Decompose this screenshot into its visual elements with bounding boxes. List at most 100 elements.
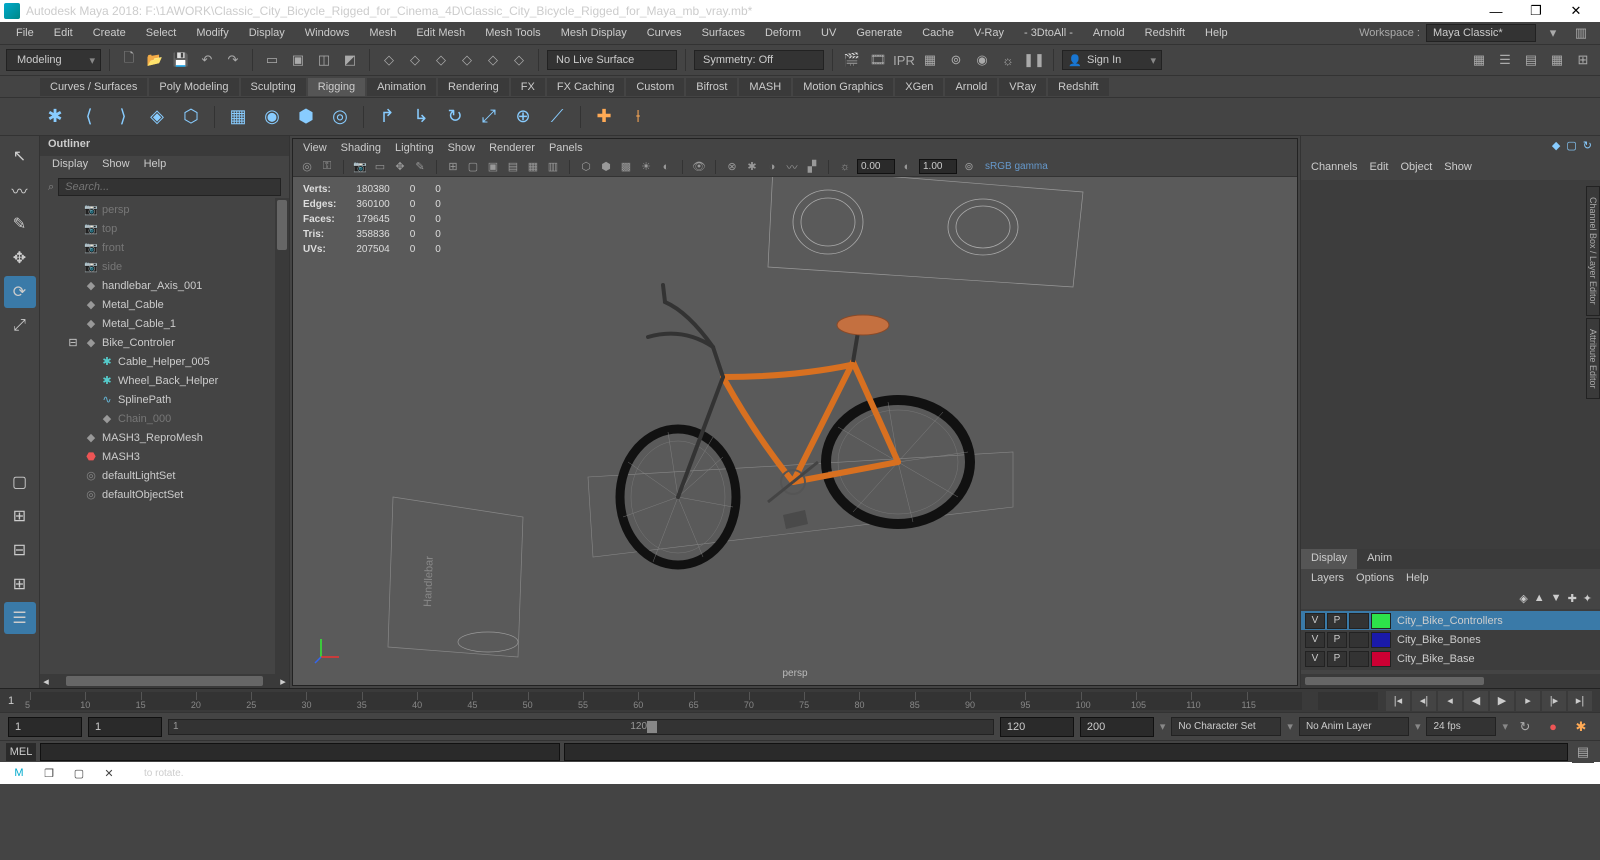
layer-playback-toggle[interactable]: P: [1327, 632, 1347, 648]
command-language-label[interactable]: MEL: [6, 743, 36, 761]
shelf-ik-icon[interactable]: ⟨: [74, 102, 104, 132]
vp-wireframe-icon[interactable]: ⬡: [578, 159, 594, 175]
cbx-icon-2[interactable]: ▢: [1566, 139, 1576, 155]
cbx-menu-object[interactable]: Object: [1400, 161, 1432, 177]
paint-select-tool[interactable]: ✎: [4, 208, 36, 240]
vp-menu-renderer[interactable]: Renderer: [489, 142, 535, 154]
outliner-item[interactable]: ◆Chain_000: [40, 409, 289, 428]
layer-color-swatch[interactable]: [1371, 651, 1391, 667]
vp-shadows-icon[interactable]: ◐: [658, 159, 674, 175]
shelf-tab-xgen[interactable]: XGen: [895, 78, 943, 96]
vp-isolate-icon[interactable]: 👁: [691, 159, 707, 175]
cbx-menu-channels[interactable]: Channels: [1311, 161, 1357, 177]
vp-ssao-icon[interactable]: ◑: [764, 159, 780, 175]
menu-deform[interactable]: Deform: [757, 25, 809, 41]
live-surface-dropdown[interactable]: No Live Surface: [547, 50, 677, 70]
taskbar-close-icon[interactable]: ✕: [94, 764, 124, 782]
menu-select[interactable]: Select: [138, 25, 185, 41]
play-end-field[interactable]: [1000, 717, 1074, 737]
menu-help[interactable]: Help: [1197, 25, 1236, 41]
layer-menu-help[interactable]: Help: [1406, 572, 1429, 586]
undo-icon[interactable]: ↶: [196, 49, 218, 71]
menu-generate[interactable]: Generate: [848, 25, 910, 41]
menu-modify[interactable]: Modify: [188, 25, 236, 41]
shelf-tab-curves-surfaces[interactable]: Curves / Surfaces: [40, 78, 147, 96]
vp-bookmark-icon[interactable]: 📷: [352, 159, 368, 175]
taskbar-restore-icon[interactable]: ❐: [34, 764, 64, 782]
shelf-tab-vray[interactable]: VRay: [999, 78, 1046, 96]
menu-vray[interactable]: V-Ray: [966, 25, 1012, 41]
range-options-icon[interactable]: ▾: [1160, 720, 1166, 733]
vp-xray-icon[interactable]: ⊗: [724, 159, 740, 175]
shelf-lattice-icon[interactable]: ▦: [223, 102, 253, 132]
anim-end-field[interactable]: [1080, 717, 1154, 737]
outliner-item[interactable]: ✱Wheel_Back_Helper: [40, 371, 289, 390]
vp-menu-lighting[interactable]: Lighting: [395, 142, 434, 154]
menu-create[interactable]: Create: [85, 25, 134, 41]
outliner-item[interactable]: ◎defaultLightSet: [40, 466, 289, 485]
step-forward-key-button[interactable]: |▸: [1542, 691, 1566, 711]
shelf-tab-redshift[interactable]: Redshift: [1048, 78, 1108, 96]
cbx-icon-3[interactable]: ↻: [1583, 139, 1592, 155]
select-component-icon[interactable]: ◩: [339, 49, 361, 71]
menu-cache[interactable]: Cache: [914, 25, 962, 41]
vp-aa-icon[interactable]: ▞: [804, 159, 820, 175]
menu-display[interactable]: Display: [241, 25, 293, 41]
vp-gamma-icon[interactable]: ◐: [899, 159, 915, 175]
layer-add-sel-icon[interactable]: ✦: [1583, 592, 1592, 606]
vp-2d-pan-icon[interactable]: ✥: [392, 159, 408, 175]
vp-film-gate-icon[interactable]: ▢: [465, 159, 481, 175]
shelf-wrap-icon[interactable]: ◎: [325, 102, 355, 132]
menu-edit-mesh[interactable]: Edit Mesh: [408, 25, 473, 41]
shelf-joint-icon[interactable]: ✱: [40, 102, 70, 132]
vp-menu-show[interactable]: Show: [448, 142, 476, 154]
layer-color-swatch[interactable]: [1371, 632, 1391, 648]
shelf-tab-arnold[interactable]: Arnold: [945, 78, 997, 96]
time-slider[interactable]: 1 51015202530354045505560657075808590951…: [0, 688, 1600, 712]
shelf-tab-mash[interactable]: MASH: [739, 78, 791, 96]
render-frame-icon[interactable]: 🎬: [841, 49, 863, 71]
shelf-tab-fx[interactable]: FX: [511, 78, 545, 96]
layer-menu-layers[interactable]: Layers: [1311, 572, 1344, 586]
shelf-ikspline-icon[interactable]: ⟩: [108, 102, 138, 132]
outliner-item[interactable]: ◎defaultObjectSet: [40, 485, 289, 504]
menu-surfaces[interactable]: Surfaces: [694, 25, 753, 41]
outliner-item[interactable]: ◆Metal_Cable: [40, 295, 289, 314]
outliner-menu-show[interactable]: Show: [102, 158, 130, 174]
snap-surface-icon[interactable]: ◇: [482, 49, 504, 71]
layer-vis-toggle[interactable]: V: [1305, 651, 1325, 667]
snap-plane-icon[interactable]: ◇: [456, 49, 478, 71]
vp-lights-icon[interactable]: ☀: [638, 159, 654, 175]
vp-textured-icon[interactable]: ▩: [618, 159, 634, 175]
two-pane-v-icon[interactable]: ⊞: [4, 568, 36, 600]
vp-safe-action-icon[interactable]: ▥: [545, 159, 561, 175]
outliner-menu-display[interactable]: Display: [52, 158, 88, 174]
layer-state-toggle[interactable]: [1349, 651, 1369, 667]
snap-grid-icon[interactable]: ◇: [378, 49, 400, 71]
layer-color-swatch[interactable]: [1371, 613, 1391, 629]
snap-point-icon[interactable]: ◇: [430, 49, 452, 71]
menu-curves[interactable]: Curves: [639, 25, 690, 41]
shelf-constraint-scale-icon[interactable]: ⤢: [474, 102, 504, 132]
two-pane-h-icon[interactable]: ⊟: [4, 534, 36, 566]
outliner-item[interactable]: 📷top: [40, 219, 289, 238]
light-editor-icon[interactable]: ☼: [997, 49, 1019, 71]
move-tool[interactable]: ✥: [4, 242, 36, 274]
redo-icon[interactable]: ↷: [222, 49, 244, 71]
side-tab-attribute-editor[interactable]: Attribute Editor: [1586, 318, 1600, 400]
outliner-tree[interactable]: 📷persp📷top📷front📷side◆handlebar_Axis_001…: [40, 198, 289, 674]
menu-redshift[interactable]: Redshift: [1137, 25, 1193, 41]
menu-set-dropdown[interactable]: Modeling: [6, 49, 101, 71]
workspace-selector[interactable]: Maya Classic*: [1426, 24, 1536, 42]
shelf-tab-sculpting[interactable]: Sculpting: [241, 78, 306, 96]
vp-color-mgmt-icon[interactable]: ⊚: [961, 159, 977, 175]
anim-start-field[interactable]: [8, 717, 82, 737]
shelf-tab-custom[interactable]: Custom: [626, 78, 684, 96]
workspace-layout-icon[interactable]: ▥: [1570, 22, 1592, 44]
taskbar-max-icon[interactable]: ▢: [64, 764, 94, 782]
pause-icon[interactable]: ❚❚: [1023, 49, 1045, 71]
shelf-constraint-parent-icon[interactable]: ↱: [372, 102, 402, 132]
outliner-item[interactable]: ∿SplinePath: [40, 390, 289, 409]
shelf-tab-poly-modeling[interactable]: Poly Modeling: [149, 78, 238, 96]
menu-mesh-display[interactable]: Mesh Display: [553, 25, 635, 41]
